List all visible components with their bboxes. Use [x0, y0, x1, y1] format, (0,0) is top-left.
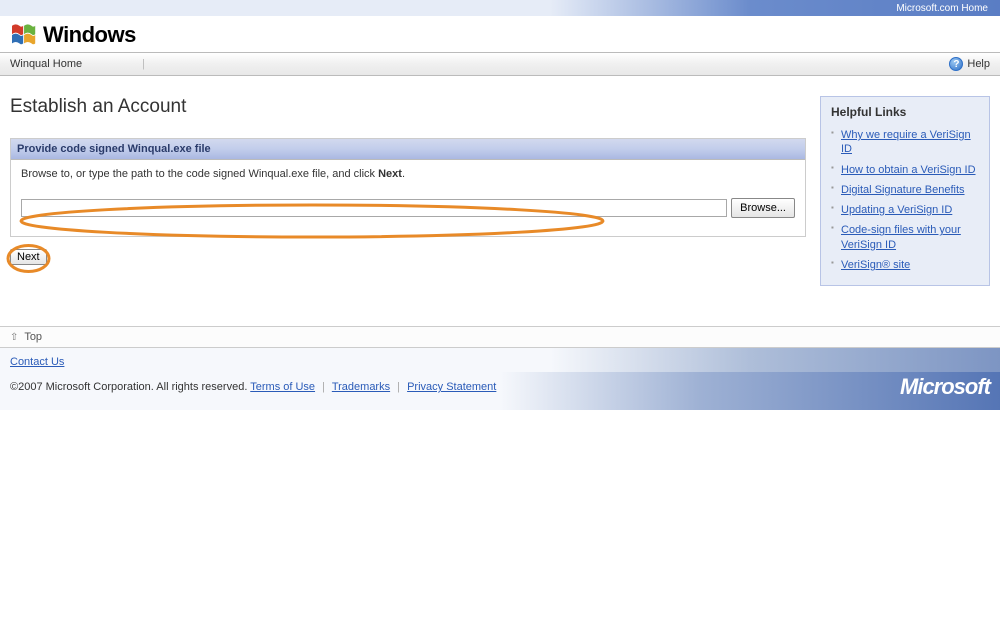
- page-title: Establish an Account: [10, 96, 806, 118]
- top-bar: Microsoft.com Home: [0, 0, 1000, 16]
- help-icon: ?: [949, 57, 963, 71]
- helpful-link[interactable]: Digital Signature Benefits: [841, 184, 965, 196]
- helpful-link[interactable]: Code-sign files with your VeriSign ID: [841, 224, 961, 250]
- helpful-links-title: Helpful Links: [831, 105, 979, 119]
- nav-bar: Winqual Home | ? Help: [0, 52, 1000, 76]
- copyright-text: ©2007 Microsoft Corporation. All rights …: [10, 381, 247, 393]
- up-arrow-icon: ⇧: [10, 332, 18, 343]
- microsoft-logo: Microsoft: [900, 374, 990, 400]
- help-link[interactable]: ? Help: [949, 57, 990, 71]
- nav-separator: |: [142, 58, 145, 70]
- trademarks-link[interactable]: Trademarks: [332, 381, 390, 393]
- helpful-link[interactable]: Updating a VeriSign ID: [841, 204, 952, 216]
- terms-link[interactable]: Terms of Use: [250, 381, 315, 393]
- footer-links: Contact Us: [0, 348, 1000, 372]
- brand-bar: Windows: [0, 16, 1000, 52]
- privacy-link[interactable]: Privacy Statement: [407, 381, 496, 393]
- helpful-link[interactable]: Why we require a VeriSign ID: [841, 129, 971, 155]
- contact-us-link[interactable]: Contact Us: [10, 356, 64, 368]
- panel-header: Provide code signed Winqual.exe file: [11, 139, 805, 160]
- helpful-links-box: Helpful Links Why we require a VeriSign …: [820, 96, 990, 286]
- footer-top: ⇧ Top: [0, 326, 1000, 348]
- brand-text: Windows: [43, 22, 136, 48]
- help-label: Help: [967, 58, 990, 70]
- helpful-link[interactable]: How to obtain a VeriSign ID: [841, 164, 976, 176]
- footer-bottom: ©2007 Microsoft Corporation. All rights …: [0, 372, 1000, 410]
- upload-panel: Provide code signed Winqual.exe file Bro…: [10, 138, 806, 237]
- instruction-text: Browse to, or type the path to the code …: [21, 168, 795, 180]
- ms-home-link[interactable]: Microsoft.com Home: [896, 3, 988, 14]
- file-path-input[interactable]: [21, 199, 727, 217]
- browse-button[interactable]: Browse...: [731, 198, 795, 218]
- nav-winqual-home[interactable]: Winqual Home: [10, 58, 82, 70]
- windows-flag-icon: [10, 22, 40, 48]
- next-button[interactable]: Next: [10, 249, 47, 265]
- helpful-link[interactable]: VeriSign® site: [841, 259, 910, 271]
- back-to-top-link[interactable]: Top: [24, 331, 42, 343]
